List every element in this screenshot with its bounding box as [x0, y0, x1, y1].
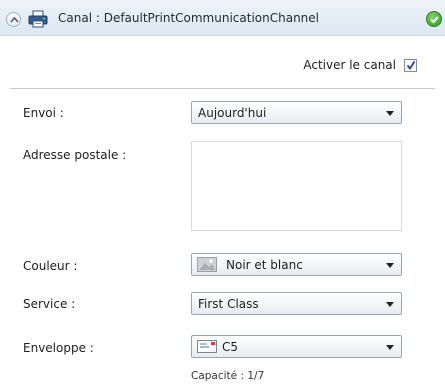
channel-header[interactable]: Canal : DefaultPrintCommunicationChannel — [0, 0, 445, 36]
envoi-select[interactable]: Aujourd'hui — [191, 101, 402, 124]
chevron-down-icon — [386, 111, 394, 116]
enveloppe-value: C5 — [222, 340, 239, 354]
service-label: Service : — [23, 297, 76, 311]
enveloppe-select[interactable]: C5 — [191, 335, 402, 358]
chevron-down-icon — [386, 345, 394, 350]
divider — [10, 88, 435, 89]
envoi-label: Envoi : — [23, 106, 64, 120]
adresse-postale-input[interactable] — [191, 141, 402, 231]
checkmark-icon — [426, 11, 442, 27]
couleur-label: Couleur : — [23, 259, 78, 273]
service-select[interactable]: First Class — [191, 292, 402, 315]
couleur-select[interactable]: Noir et blanc — [191, 253, 402, 276]
envelope-icon — [197, 340, 217, 353]
activate-channel-row: Activer le canal — [303, 57, 417, 73]
color-swatch-icon — [197, 257, 217, 272]
chevron-up-icon[interactable] — [6, 12, 21, 27]
envoi-value: Aujourd'hui — [198, 106, 267, 120]
enveloppe-label: Enveloppe : — [23, 341, 94, 355]
activate-channel-checkbox[interactable] — [404, 58, 417, 72]
printer-icon — [28, 10, 48, 28]
channel-panel: Canal : DefaultPrintCommunicationChannel… — [0, 0, 445, 386]
channel-title: Canal : DefaultPrintCommunicationChannel — [58, 11, 319, 25]
couleur-value: Noir et blanc — [226, 258, 303, 272]
activate-channel-label: Activer le canal — [303, 58, 396, 72]
service-value: First Class — [198, 297, 259, 311]
capacity-text: Capacité : 1/7 — [191, 370, 265, 382]
adresse-postale-label: Adresse postale : — [23, 148, 127, 162]
chevron-down-icon — [386, 263, 394, 268]
chevron-down-icon — [386, 302, 394, 307]
